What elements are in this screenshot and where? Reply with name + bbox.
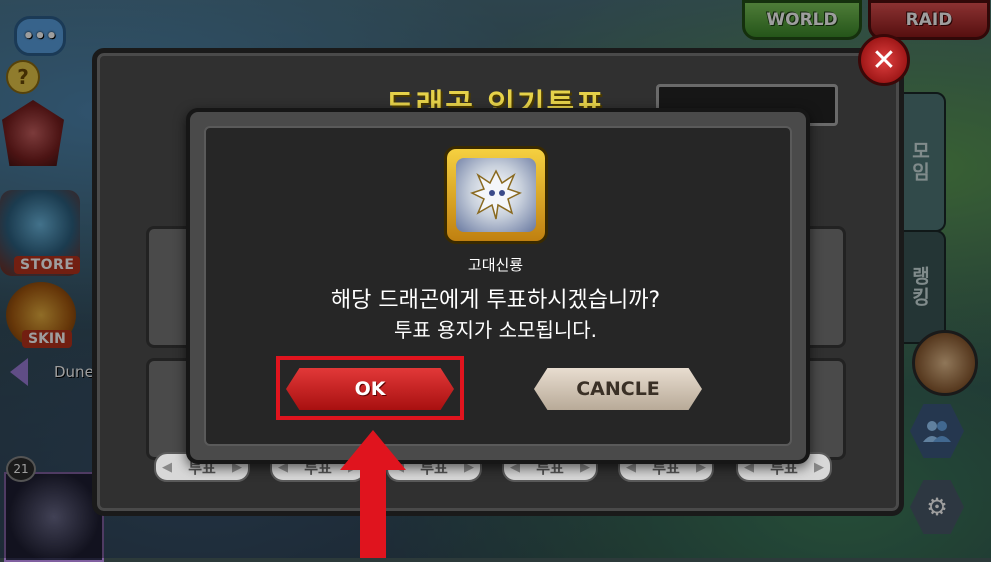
red-up-arrow-icon [340,430,406,558]
dialog-question: 해당 드래곤에게 투표하시겠습니까? [330,288,661,313]
cancel-button[interactable]: CANCLE [534,368,702,410]
ok-highlight-box [276,356,464,420]
dragon-name: 고대신룡 [467,256,524,274]
dialog-note: 투표 용지가 소모됩니다. [393,318,598,342]
ancient-dragon-icon [456,158,536,232]
close-x-icon[interactable]: ✕ [858,34,910,86]
dragon-thumbnail [444,146,548,244]
